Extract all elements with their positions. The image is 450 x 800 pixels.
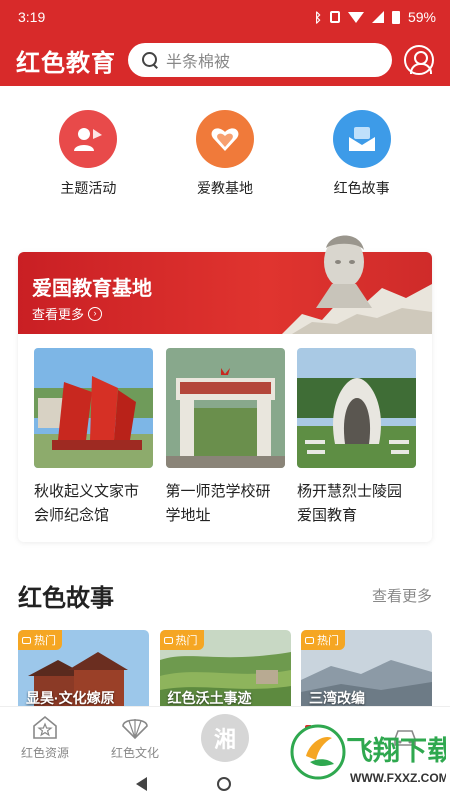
star-house-icon <box>33 715 57 739</box>
quick-item-label: 爱教基地 <box>196 180 253 196</box>
section-title: 红色故事 <box>18 585 114 612</box>
search-input[interactable]: 半条棉被 <box>128 43 392 77</box>
story-caption: 三湾改编 <box>309 690 365 706</box>
back-icon[interactable] <box>135 777 147 791</box>
view-more-link[interactable]: 查看更多 › <box>32 304 103 323</box>
hot-badge: 热门 <box>301 630 345 650</box>
quick-item-red-story[interactable]: 红色故事 <box>307 110 417 210</box>
memorial-image <box>34 348 153 468</box>
story-caption: 红色沃土事迹 <box>167 690 252 706</box>
section-title: 爱国教育基地 <box>32 278 152 300</box>
hot-badge: 热门 <box>159 630 204 650</box>
quick-menu: 主题活动 爱教基地 红色故事 <box>0 110 450 210</box>
search-icon <box>142 52 158 68</box>
nav-red-culture[interactable]: 红色文化 <box>90 714 180 761</box>
watermark-url: WWW.FXXZ.COM <box>350 771 446 785</box>
watermark-text: 飞翔下载 <box>346 736 446 766</box>
list-item[interactable]: 杨开慧烈士陵园爱国教育 <box>297 348 416 528</box>
base-name: 第一师范学校研学地址 <box>165 483 271 524</box>
red-story-header: 红色故事 查看更多 <box>18 578 432 613</box>
app-header: 红色教育 半条棉被 <box>0 34 450 86</box>
education-base-banner[interactable]: 爱国教育基地 查看更多 › <box>18 235 432 334</box>
school-gate-image <box>165 348 285 468</box>
cemetery-image <box>297 348 416 468</box>
base-name: 杨开慧烈士陵园爱国教育 <box>297 483 403 524</box>
story-card[interactable]: 热门 红色沃土事迹 <box>159 630 291 706</box>
red-story-list: 热门 显昊·文化嫁原 热门 红色沃土事迹 热门 三湾改编 <box>18 630 432 706</box>
fan-icon <box>122 719 148 740</box>
center-logo: 湘 <box>201 713 249 762</box>
battery-percent: 59% <box>407 9 436 25</box>
view-more-label: 查看更多 <box>32 307 85 322</box>
home-icon[interactable] <box>216 777 231 791</box>
nav-label: 红色文化 <box>110 746 159 760</box>
vibrate-icon <box>329 11 340 23</box>
battery-icon <box>391 10 400 24</box>
base-name: 秋收起义文家市会师纪念馆 <box>34 483 140 524</box>
hot-badge: 热门 <box>18 630 62 650</box>
bluetooth-icon: ᛒ <box>314 9 322 25</box>
story-caption: 显昊·文化嫁原 <box>26 690 115 706</box>
top-bar: 3:19 ᛒ 59% 红色教育 半条棉被 <box>0 0 450 86</box>
app-title: 红色教育 <box>16 49 116 77</box>
camera-icon <box>22 636 31 644</box>
list-item[interactable]: 秋收起义文家市会师纪念馆 <box>34 348 153 528</box>
quick-item-theme-activity[interactable]: 主题活动 <box>33 110 143 210</box>
hot-badge-label: 热门 <box>317 635 339 647</box>
signal-icon <box>371 11 384 23</box>
quick-item-label: 主题活动 <box>60 180 117 196</box>
hot-badge-label: 热门 <box>34 635 56 647</box>
story-card[interactable]: 热门 三湾改编 <box>301 630 432 706</box>
wifi-icon <box>347 11 364 23</box>
nav-center[interactable]: 湘 <box>180 713 270 762</box>
education-base-card: 爱国教育基地 查看更多 › 秋收起义文家市会师纪念馆 第一师范学校研学地址 杨开… <box>18 235 432 542</box>
chevron-right-icon: › <box>88 306 103 321</box>
people-flag-icon <box>59 110 118 168</box>
nav-red-resources[interactable]: 红色资源 <box>0 714 90 761</box>
quick-item-label: 红色故事 <box>333 180 390 196</box>
education-base-list: 秋收起义文家市会师纪念馆 第一师范学校研学地址 杨开慧烈士陵园爱国教育 <box>18 334 432 528</box>
status-time: 3:19 <box>18 9 46 25</box>
quick-item-education-base[interactable]: 爱教基地 <box>170 110 280 210</box>
hot-badge-label: 热门 <box>175 635 198 647</box>
heart-icon <box>195 110 254 168</box>
statue-illustration <box>282 235 432 334</box>
user-profile-icon[interactable] <box>404 45 434 75</box>
camera-icon <box>305 636 314 644</box>
story-card[interactable]: 热门 显昊·文化嫁原 <box>18 630 149 706</box>
search-placeholder: 半条棉被 <box>166 54 231 71</box>
camera-icon <box>163 636 173 644</box>
status-icons: ᛒ 59% <box>314 9 436 25</box>
mail-icon <box>332 110 391 168</box>
status-bar: 3:19 ᛒ 59% <box>0 0 450 34</box>
view-more-link[interactable]: 查看更多 <box>372 585 432 606</box>
nav-label: 红色资源 <box>20 746 69 760</box>
list-item[interactable]: 第一师范学校研学地址 <box>165 348 285 528</box>
watermark-logo: 飞翔下载 WWW.FXXZ.COM <box>290 724 446 786</box>
